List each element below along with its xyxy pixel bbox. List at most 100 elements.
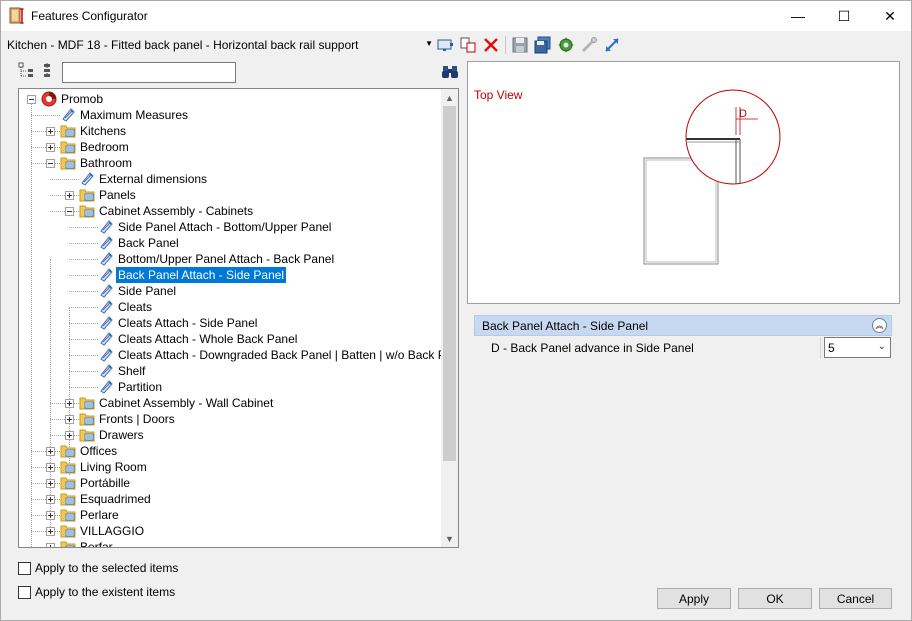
folder-icon — [60, 461, 76, 474]
cancel-button[interactable]: Cancel — [819, 588, 892, 609]
scroll-thumb[interactable] — [443, 106, 456, 461]
save-all-icon[interactable] — [534, 36, 552, 54]
apply-button[interactable]: Apply — [657, 588, 731, 609]
folder-icon — [60, 493, 76, 506]
tree-viewport: Promob Maximum Measures Kitchens Bedroom Bat… — [19, 89, 441, 547]
resize-icon[interactable] — [603, 36, 621, 54]
apply-existent-label: Apply to the existent items — [35, 585, 176, 599]
expand-icon[interactable] — [46, 463, 55, 472]
feature-icon — [100, 300, 113, 314]
preset-select[interactable]: Kitchen - MDF 18 - Fitted back panel - H… — [5, 36, 433, 54]
delete-icon[interactable] — [482, 36, 500, 54]
save-icon[interactable] — [511, 36, 529, 54]
tree-connector — [69, 371, 98, 372]
binoculars-icon[interactable] — [441, 64, 459, 80]
scroll-up-icon[interactable]: ▲ — [441, 89, 458, 106]
expand-all-icon[interactable] — [18, 62, 34, 78]
collapse-node-icon[interactable] — [27, 95, 36, 104]
tree-node[interactable]: Portábille — [19, 475, 439, 491]
tree-node[interactable]: Cleats Attach - Whole Back Panel — [19, 331, 439, 347]
tree-node[interactable]: Berfar — [19, 539, 439, 547]
expand-icon[interactable] — [46, 495, 55, 504]
tree-node[interactable]: Back Panel Attach - Side Panel — [19, 267, 439, 283]
tree-node[interactable]: VILLAGGIO — [19, 523, 439, 539]
tree-node[interactable]: Perlare — [19, 507, 439, 523]
maximize-button[interactable]: ☐ — [821, 1, 867, 31]
tree-scrollbar[interactable]: ▲ ▼ — [441, 89, 458, 547]
tree-node-label: Promob — [61, 92, 104, 106]
expand-icon[interactable] — [46, 447, 55, 456]
feature-icon — [100, 380, 113, 394]
tree-node[interactable]: Shelf — [19, 363, 439, 379]
close-button[interactable]: ✕ — [867, 1, 912, 31]
collapse-icon[interactable]: ︽ — [872, 318, 887, 333]
tree-node-label: External dimensions — [99, 172, 208, 186]
tools-icon[interactable] — [580, 36, 598, 54]
tree-node[interactable]: Drawers — [19, 427, 439, 443]
tree-node[interactable]: Side Panel — [19, 283, 439, 299]
tree-node[interactable]: Esquadrimed — [19, 491, 439, 507]
tree-node[interactable]: Offices — [19, 443, 439, 459]
tree-node[interactable]: Maximum Measures — [19, 107, 439, 123]
tree-node[interactable]: Fronts | Doors — [19, 411, 439, 427]
feature-icon — [100, 252, 113, 266]
tree-node[interactable]: Back Panel — [19, 235, 439, 251]
expand-icon[interactable] — [46, 143, 55, 152]
apply-existent-checkbox[interactable] — [18, 586, 31, 599]
tree-node[interactable]: Cabinet Assembly - Cabinets — [19, 203, 439, 219]
tree-node[interactable]: Panels — [19, 187, 439, 203]
minimize-button[interactable]: — — [775, 1, 821, 31]
properties-group-header[interactable]: Back Panel Attach - Side Panel ︽ — [474, 315, 892, 336]
tree-search-input[interactable] — [62, 62, 236, 83]
copy-icon[interactable] — [459, 36, 477, 54]
expand-icon[interactable] — [46, 543, 55, 547]
expand-icon[interactable] — [46, 527, 55, 536]
tree-node[interactable]: Promob — [19, 91, 439, 107]
folder-icon — [60, 125, 76, 138]
tree-node[interactable]: Cleats Attach - Side Panel — [19, 315, 439, 331]
tree-node-label: Cleats Attach - Side Panel — [118, 316, 258, 330]
back-panel-advance-select[interactable]: 5 ⌄ — [824, 337, 891, 358]
expand-icon[interactable] — [65, 415, 74, 424]
features-configurator-window: Features Configurator — ☐ ✕ Kitchen - MD… — [0, 0, 912, 621]
expand-icon[interactable] — [65, 191, 74, 200]
tree-node[interactable]: Bottom/Upper Panel Attach - Back Panel — [19, 251, 439, 267]
collapse-node-icon[interactable] — [65, 207, 74, 216]
tree-connector — [50, 179, 79, 180]
tree-node[interactable]: Bedroom — [19, 139, 439, 155]
collapse-node-icon[interactable] — [46, 159, 55, 168]
apply-selected-checkbox[interactable] — [18, 562, 31, 575]
tree-connector — [69, 355, 98, 356]
tree-connector — [69, 259, 98, 260]
ok-button[interactable]: OK — [738, 588, 812, 609]
settings-icon[interactable] — [557, 36, 575, 54]
collapse-all-icon[interactable] — [41, 62, 57, 78]
tree-node-label: Bedroom — [80, 140, 129, 154]
tree-connector — [69, 307, 98, 308]
tree-node[interactable]: Cleats — [19, 299, 439, 315]
title-bar: Features Configurator — ☐ ✕ — [1, 1, 911, 31]
expand-icon[interactable] — [65, 399, 74, 408]
tree-node[interactable]: Partition — [19, 379, 439, 395]
feature-icon — [100, 316, 113, 330]
top-view-drawing: D — [643, 89, 781, 265]
tree-node[interactable]: External dimensions — [19, 171, 439, 187]
tree-node-label: Fronts | Doors — [99, 412, 175, 426]
tree-node-label: Cleats Attach - Downgraded Back Panel | … — [118, 348, 441, 362]
monitor-icon[interactable] — [436, 36, 454, 54]
tree-node[interactable]: Cleats Attach - Downgraded Back Panel | … — [19, 347, 441, 363]
expand-icon[interactable] — [46, 127, 55, 136]
expand-icon[interactable] — [46, 479, 55, 488]
feature-icon — [81, 172, 94, 186]
tree-node[interactable]: Kitchens — [19, 123, 439, 139]
tree-node[interactable]: Cabinet Assembly - Wall Cabinet — [19, 395, 439, 411]
tree-node[interactable]: Living Room — [19, 459, 439, 475]
tree-node-label: Living Room — [80, 460, 147, 474]
tree-node[interactable]: Bathroom — [19, 155, 439, 171]
feature-icon — [62, 108, 75, 122]
tree-node-label: Drawers — [99, 428, 144, 442]
expand-icon[interactable] — [46, 511, 55, 520]
tree-node[interactable]: Side Panel Attach - Bottom/Upper Panel — [19, 219, 439, 235]
scroll-down-icon[interactable]: ▼ — [441, 530, 458, 547]
expand-icon[interactable] — [65, 431, 74, 440]
